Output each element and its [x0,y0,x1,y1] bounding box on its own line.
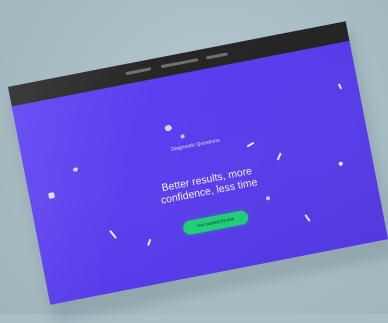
nav-item-3[interactable] [205,52,229,60]
dash-icon [246,141,255,148]
hero-kicker: Diagnostic Questions [170,137,221,153]
nav-item-1[interactable] [125,67,152,76]
dash-icon [337,83,342,90]
photo-scene: Diagnostic Questions Better results, mor… [0,0,388,323]
dash-icon [109,230,117,239]
kicker-dot-icon [180,134,185,139]
get-started-label: Get started it's free [196,216,235,229]
dash-icon [147,238,151,246]
get-started-button[interactable]: Get started it's free [181,209,250,236]
dash-icon [276,152,282,161]
dot-icon [72,167,79,172]
hero-headline: Better results, more confidence, less ti… [159,164,259,207]
dash-icon [304,214,311,222]
dot-icon [265,195,271,201]
sparkle-icon [164,124,173,132]
dot-icon [338,161,344,167]
dot-icon [48,192,56,200]
nav-item-2[interactable] [160,58,199,69]
